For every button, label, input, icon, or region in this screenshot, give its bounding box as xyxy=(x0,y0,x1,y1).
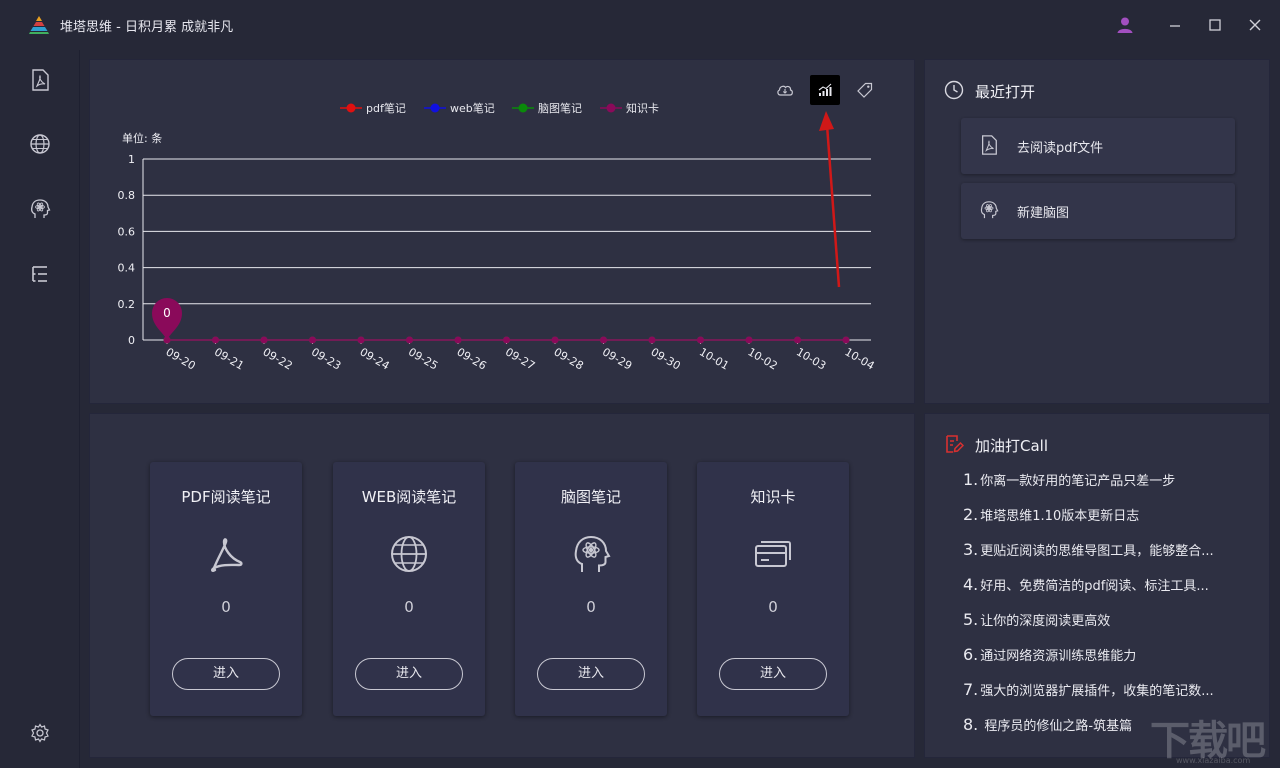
call-item[interactable]: 2. 堆塔思维1.10版本更新日志 xyxy=(963,505,1253,540)
call-item-text: 堆塔思维1.10版本更新日志 xyxy=(980,509,1140,524)
y-tick-label: 0.6 xyxy=(118,225,136,238)
call-item[interactable]: 5. 让你的深度阅读更高效 xyxy=(963,610,1253,645)
edit-note-icon xyxy=(946,435,964,453)
gear-icon xyxy=(31,723,49,743)
call-item[interactable]: 4. 好用、免费简洁的pdf阅读、标注工具... xyxy=(963,575,1253,610)
enter-button[interactable]: 进入 xyxy=(537,658,645,690)
call-item-number: 6. xyxy=(963,645,979,664)
x-tick-label: 09-28 xyxy=(552,345,586,372)
x-tick-label: 09-24 xyxy=(358,345,392,372)
data-point xyxy=(697,336,704,344)
call-item-text: 好用、免费简洁的pdf阅读、标注工具... xyxy=(980,579,1209,594)
stat-card-count: 0 xyxy=(768,598,778,616)
data-point xyxy=(745,336,753,344)
x-tick-label: 09-30 xyxy=(649,345,683,372)
x-tick-label: 10-03 xyxy=(794,345,828,372)
x-tick-label: 09-29 xyxy=(600,345,634,372)
acrobat-icon xyxy=(211,538,243,573)
stat-card-mindmap: 脑图笔记 0 进入 xyxy=(515,462,667,716)
call-item[interactable]: 1. 你离一款好用的笔记产品只差一步 xyxy=(963,470,1253,505)
enter-button[interactable]: 进入 xyxy=(719,658,827,690)
annotation-arrow xyxy=(819,111,841,288)
data-point xyxy=(260,336,268,344)
stat-card-count: 0 xyxy=(221,598,231,616)
x-tick-label: 09-20 xyxy=(164,345,198,372)
x-tick-label: 09-26 xyxy=(455,345,489,372)
recent-title: 最近打开 xyxy=(975,83,1036,101)
y-tick-label: 0 xyxy=(128,334,135,347)
stat-card-pdf: PDF阅读笔记 0 进入 xyxy=(150,462,302,716)
data-point xyxy=(600,336,607,344)
stat-card-web: WEB阅读笔记 0 进入 xyxy=(333,462,485,716)
stat-card-title: WEB阅读笔记 xyxy=(361,488,457,506)
x-tick-label: 10-01 xyxy=(697,345,731,372)
data-point xyxy=(551,336,559,344)
cards-icon xyxy=(755,541,791,567)
watermark-url: www.xiazaiba.com xyxy=(1176,756,1251,765)
call-item-text: 更贴近阅读的思维导图工具，能够整合... xyxy=(980,544,1214,559)
stat-card-title: 知识卡 xyxy=(750,488,796,506)
new-mindmap-label: 新建脑图 xyxy=(1017,206,1070,221)
enter-button[interactable]: 进入 xyxy=(355,658,463,690)
call-item-number: 4. xyxy=(963,575,979,594)
call-item-number: 2. xyxy=(963,505,979,524)
call-item-number: 7. xyxy=(963,680,979,699)
pdf-icon xyxy=(982,135,997,155)
open-pdf-label: 去阅读pdf文件 xyxy=(1017,141,1104,156)
stat-card-knowledge: 知识卡 0 进入 xyxy=(697,462,849,716)
settings-button[interactable] xyxy=(26,719,54,747)
x-tick-label: 09-27 xyxy=(503,345,537,372)
stat-card-count: 0 xyxy=(586,598,596,616)
brain-icon xyxy=(980,201,999,219)
call-item[interactable]: 3. 更贴近阅读的思维导图工具，能够整合... xyxy=(963,540,1253,575)
call-item-number: 5. xyxy=(963,610,979,629)
call-item-text: 你离一款好用的笔记产品只差一步 xyxy=(980,474,1176,489)
new-mindmap-button[interactable]: 新建脑图 xyxy=(961,183,1235,239)
open-pdf-button[interactable]: 去阅读pdf文件 xyxy=(961,118,1235,174)
call-item-text: 程序员的修仙之路-筑基篇 xyxy=(980,719,1133,734)
call-item-number: 8. xyxy=(963,715,979,734)
clock-icon xyxy=(944,80,964,100)
stat-card-title: PDF阅读笔记 xyxy=(181,488,271,506)
call-item-number: 3. xyxy=(963,540,979,559)
globe-icon xyxy=(391,536,427,572)
data-point xyxy=(648,336,656,344)
stat-card-count: 0 xyxy=(404,598,414,616)
marker-label: 0 xyxy=(163,306,171,320)
data-point xyxy=(212,336,219,344)
call-item[interactable]: 6. 通过网络资源训练思维能力 xyxy=(963,645,1253,680)
call-item-text: 让你的深度阅读更高效 xyxy=(980,614,1111,629)
x-tick-label: 09-22 xyxy=(261,345,295,372)
y-tick-label: 0.2 xyxy=(118,298,136,311)
y-tick-label: 0.4 xyxy=(118,262,136,275)
data-point xyxy=(842,336,850,344)
data-point xyxy=(503,336,510,344)
data-point xyxy=(357,336,365,344)
data-point xyxy=(406,336,413,344)
data-point xyxy=(309,336,316,344)
brain-icon xyxy=(574,535,611,572)
y-tick-label: 0.8 xyxy=(118,189,136,202)
data-point xyxy=(794,336,801,344)
call-item-number: 1. xyxy=(963,470,979,489)
stat-card-title: 脑图笔记 xyxy=(560,488,621,506)
x-tick-label: 09-21 xyxy=(212,345,246,372)
call-item-text: 通过网络资源训练思维能力 xyxy=(980,649,1137,664)
y-tick-label: 1 xyxy=(128,153,135,166)
x-tick-label: 10-02 xyxy=(746,345,780,372)
call-item-text: 强大的浏览器扩展插件，收集的笔记数... xyxy=(980,684,1214,699)
x-tick-label: 09-23 xyxy=(309,345,343,372)
call-title: 加油打Call xyxy=(975,437,1049,455)
data-point xyxy=(454,336,462,344)
enter-button[interactable]: 进入 xyxy=(172,658,280,690)
x-tick-label: 09-25 xyxy=(406,345,440,372)
x-tick-label: 10-04 xyxy=(843,345,877,372)
